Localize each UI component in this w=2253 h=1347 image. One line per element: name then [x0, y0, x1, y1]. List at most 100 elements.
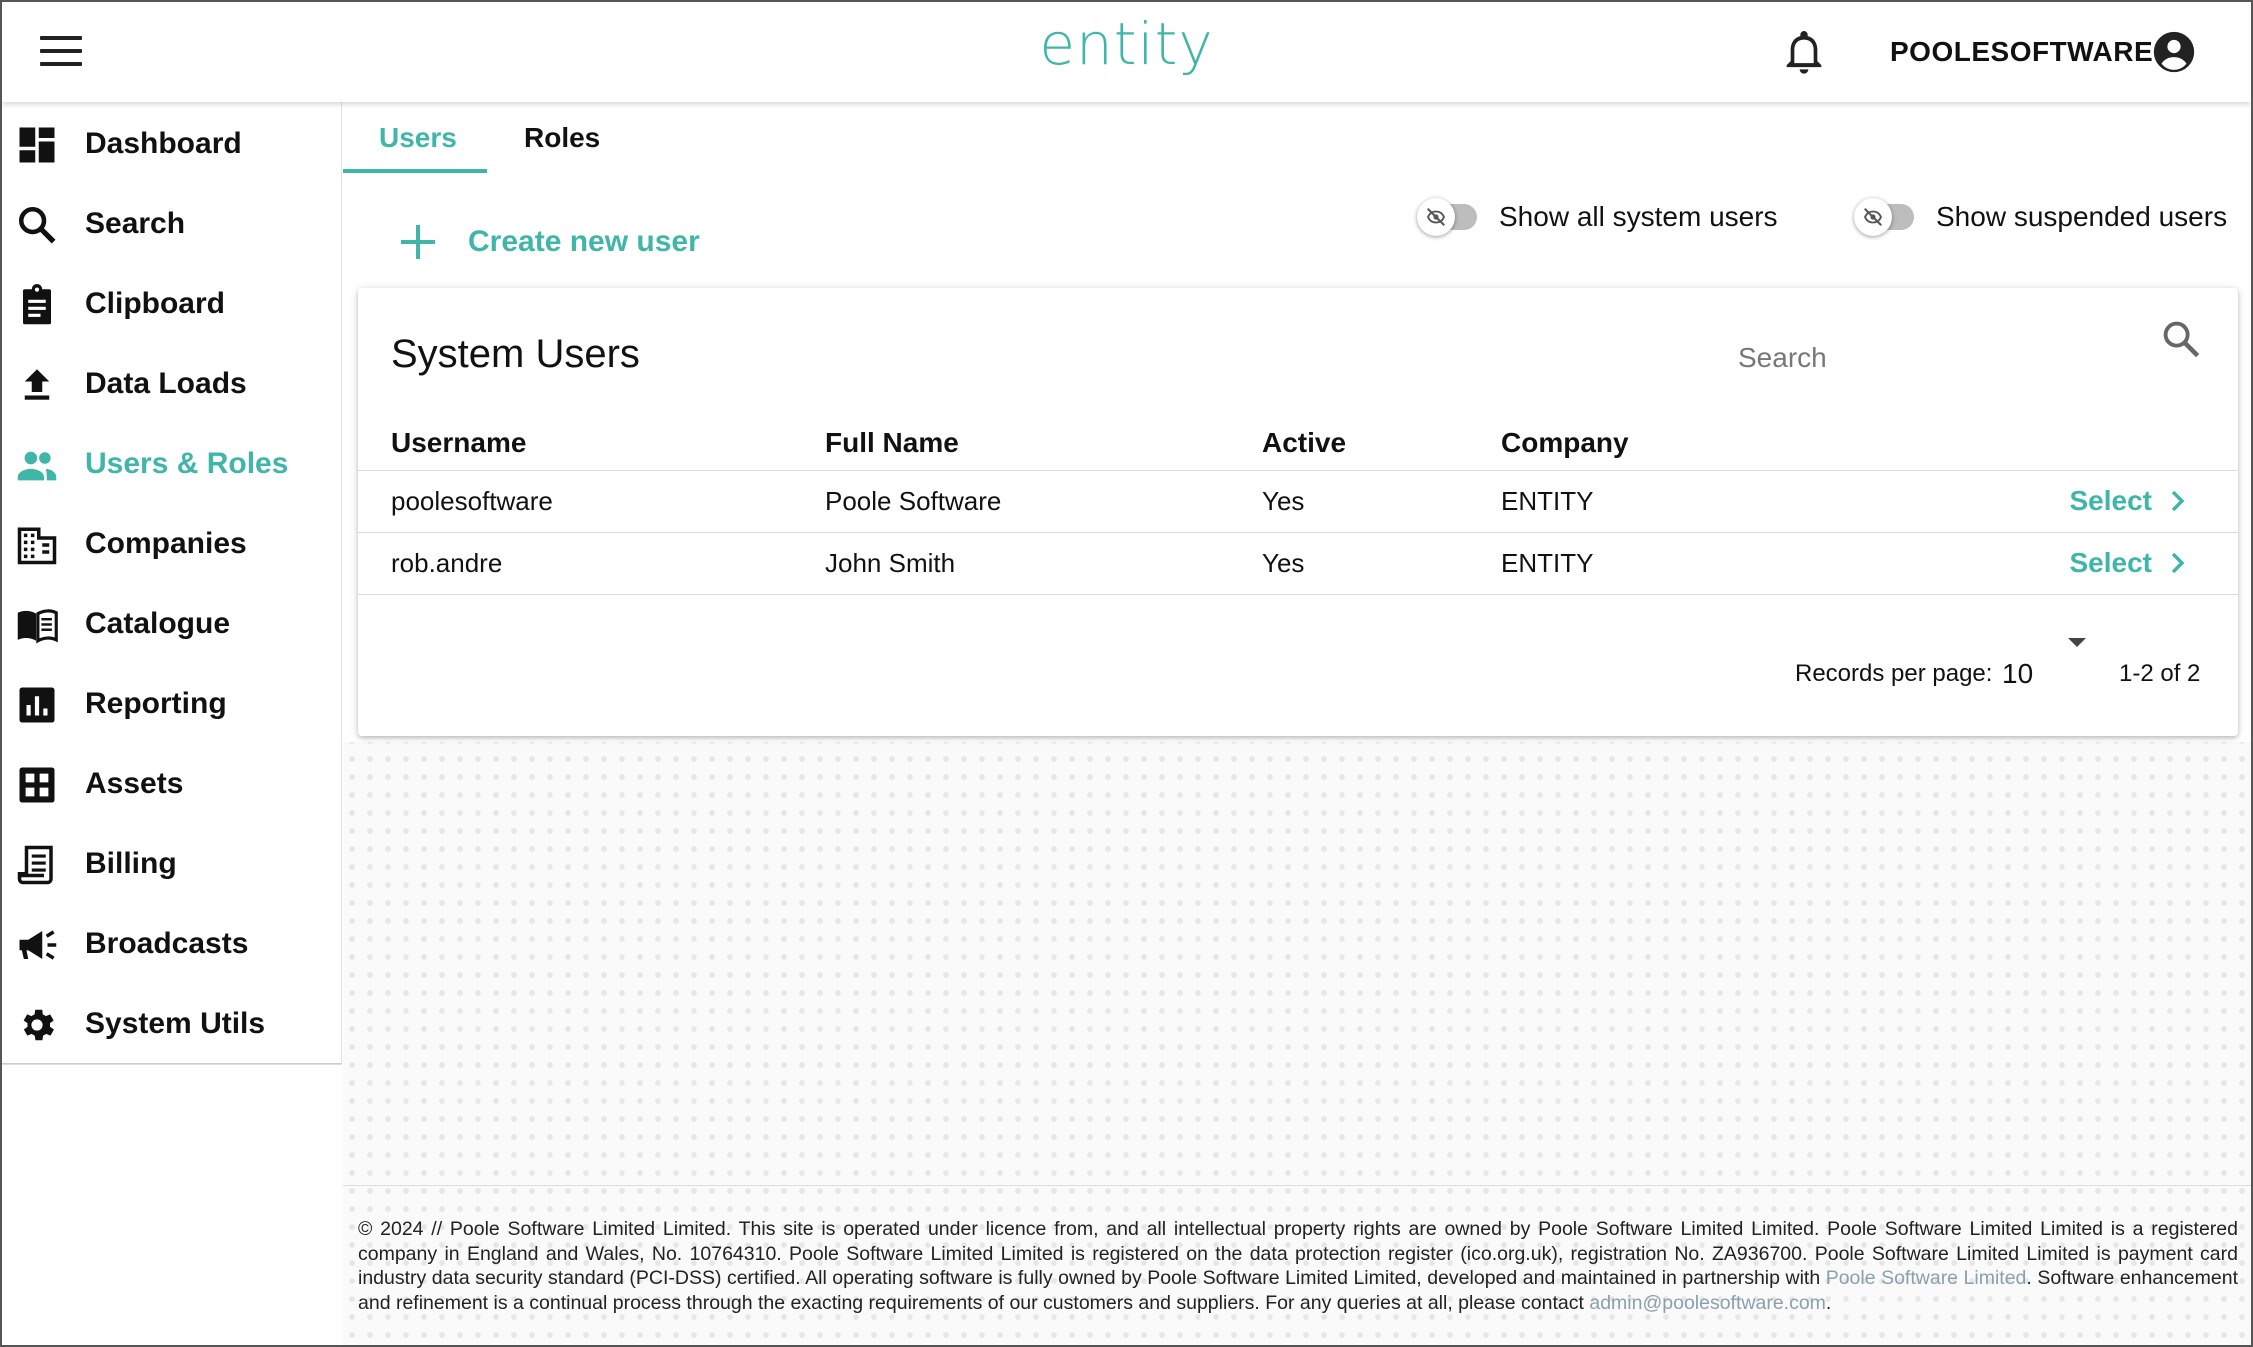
sidebar-item-reporting[interactable]: Reporting: [2, 664, 342, 744]
sidebar: Dashboard Search Clipboard Data Loads Us…: [2, 102, 342, 1345]
sidebar-item-label: Clipboard: [85, 287, 225, 320]
cell-action: Select: [2021, 532, 2238, 595]
sidebar-item-clipboard[interactable]: Clipboard: [2, 264, 342, 344]
sidebar-item-search[interactable]: Search: [2, 184, 342, 264]
footer-divider: [343, 1185, 2251, 1186]
bar-chart-icon: [19, 687, 55, 723]
select-button[interactable]: Select: [2070, 547, 2187, 579]
account-circle-icon[interactable]: [2152, 30, 2196, 74]
pagination-range: 1-2 of 2: [2119, 660, 2201, 687]
table-row[interactable]: rob.andre John Smith Yes ENTITY Select: [358, 532, 2238, 595]
top-app-bar: entity POOLESOFTWARE: [2, 2, 2251, 102]
sidebar-item-label: Broadcasts: [85, 927, 249, 960]
cell-username: rob.andre: [358, 532, 825, 595]
sidebar-item-data-loads[interactable]: Data Loads: [2, 344, 342, 424]
search-icon[interactable]: [2160, 318, 2202, 360]
sidebar-item-broadcasts[interactable]: Broadcasts: [2, 904, 342, 984]
search-icon: [18, 206, 56, 244]
search-input[interactable]: [1738, 338, 2108, 378]
cell-username: poolesoftware: [358, 470, 825, 533]
sidebar-item-catalogue[interactable]: Catalogue: [2, 584, 342, 664]
show-all-system-users-toggle[interactable]: Show all system users: [1417, 192, 1778, 242]
select-label: Select: [2069, 547, 2153, 578]
tab-bar: Users Roles: [343, 102, 943, 174]
gear-icon: [23, 1009, 54, 1041]
create-new-user-button[interactable]: Create new user: [398, 212, 700, 272]
dashboard-icon: [19, 127, 55, 163]
sidebar-item-companies[interactable]: Companies: [2, 504, 342, 584]
tab-roles[interactable]: Roles: [524, 122, 600, 154]
cell-action: Select: [2021, 470, 2238, 533]
footer-company-link[interactable]: Poole Software Limited: [1826, 1267, 2027, 1289]
select-label: Select: [2069, 485, 2153, 516]
sidebar-item-label: Catalogue: [85, 607, 231, 640]
column-header-active[interactable]: Active: [1262, 408, 1501, 471]
upload-icon: [24, 369, 50, 400]
sidebar-item-label: Search: [85, 207, 186, 240]
sidebar-item-users-roles[interactable]: Users & Roles: [2, 424, 342, 504]
caret-down-icon: [2068, 638, 2086, 647]
records-per-page-select[interactable]: 10: [1998, 638, 2088, 694]
grid-icon: [19, 767, 55, 803]
column-header-username[interactable]: Username: [358, 408, 825, 471]
table-row[interactable]: poolesoftware Poole Software Yes ENTITY …: [358, 470, 2238, 533]
pagination-bar: Records per page: 10 1-2 of 2: [358, 608, 2238, 689]
footer-text: .: [1825, 1291, 1832, 1314]
toggle-track[interactable]: [1854, 198, 1914, 236]
clipboard-icon: [23, 284, 51, 325]
toggle-knob[interactable]: [1854, 198, 1892, 236]
column-header-action: [2021, 408, 2238, 471]
sidebar-item-label: Companies: [85, 527, 247, 560]
sidebar-nav-list: Dashboard Search Clipboard Data Loads Us…: [2, 102, 342, 1064]
sidebar-item-label: Data Loads: [85, 367, 247, 400]
cell-company: ENTITY: [1501, 532, 2021, 595]
show-suspended-users-toggle[interactable]: Show suspended users: [1854, 192, 2228, 242]
users-table: Username Full Name Active Company pooles…: [358, 408, 2238, 595]
receipt-icon: [17, 845, 53, 885]
app-window: entity POOLESOFTWARE Dashboard Search Cl…: [0, 0, 2253, 1347]
records-per-page-label: Records per page:: [1795, 660, 1993, 687]
megaphone-icon: [19, 930, 57, 960]
people-icon: [17, 451, 57, 481]
create-new-user-label: Create new user: [468, 225, 700, 258]
toggle-knob[interactable]: [1417, 198, 1455, 236]
active-tab-indicator: [343, 169, 487, 173]
visibility-off-icon: [1864, 208, 1882, 226]
main-content: Users Roles Create new user Show all sys…: [343, 102, 2251, 1345]
visibility-off-icon: [1427, 208, 1445, 226]
sidebar-item-assets[interactable]: Assets: [2, 744, 342, 824]
sidebar-item-label: Dashboard: [85, 127, 242, 160]
show-suspended-users-label: Show suspended users: [1936, 201, 2228, 232]
sidebar-item-billing[interactable]: Billing: [2, 824, 342, 904]
sidebar-item-label: Assets: [85, 767, 184, 800]
notifications-bell-icon[interactable]: [1784, 28, 1824, 76]
footer-email-link[interactable]: admin@poolesoftware.com: [1589, 1292, 1826, 1314]
cell-full-name: John Smith: [825, 532, 1262, 595]
cell-full-name: Poole Software: [825, 470, 1262, 533]
table-header-row: Username Full Name Active Company: [358, 408, 2238, 471]
show-all-system-users-label: Show all system users: [1499, 201, 1778, 232]
system-users-card: System Users Username Full Name Active C…: [358, 288, 2238, 736]
select-button[interactable]: Select: [2070, 485, 2187, 517]
toggle-track[interactable]: [1417, 198, 1477, 236]
tab-users[interactable]: Users: [379, 122, 457, 154]
sidebar-item-dashboard[interactable]: Dashboard: [2, 104, 342, 184]
column-header-full-name[interactable]: Full Name: [825, 408, 1262, 471]
footer: © 2024 // Poole Software Limited Limited…: [358, 1217, 2238, 1315]
records-per-page-value: 10: [2002, 658, 2034, 689]
sidebar-item-label: System Utils: [85, 1007, 266, 1040]
current-user-name[interactable]: POOLESOFTWARE: [1890, 36, 2153, 68]
chevron-right-icon: [2171, 552, 2185, 574]
search-box: [1738, 318, 2208, 398]
sidebar-item-label: Reporting: [85, 687, 227, 720]
building-icon: [17, 527, 57, 565]
chevron-right-icon: [2171, 490, 2185, 512]
sidebar-item-system-utils[interactable]: System Utils: [2, 984, 342, 1064]
card-title: System Users: [391, 332, 640, 376]
cell-active: Yes: [1262, 532, 1501, 595]
sidebar-empty-area: [2, 1064, 342, 1345]
book-icon: [17, 609, 58, 644]
column-header-company[interactable]: Company: [1501, 408, 2021, 471]
cell-company: ENTITY: [1501, 470, 2021, 533]
sidebar-item-label: Billing: [85, 847, 177, 880]
